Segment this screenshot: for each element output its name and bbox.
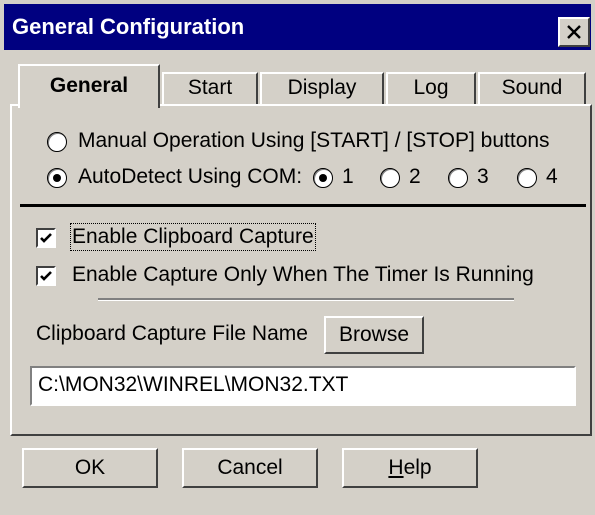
ok-button[interactable]: OK: [22, 448, 158, 488]
manual-operation-radio[interactable]: [47, 132, 67, 152]
tab-sound[interactable]: Sound: [478, 72, 586, 106]
manual-operation-label: Manual Operation Using [START] / [STOP] …: [78, 129, 550, 152]
com-1-radio[interactable]: [313, 168, 333, 188]
tab-general[interactable]: General: [18, 64, 160, 110]
help-button-mnemonic: H: [388, 456, 404, 479]
enable-timer-capture-label[interactable]: Enable Capture Only When The Timer Is Ru…: [72, 263, 534, 287]
tab-display-label: Display: [287, 76, 357, 99]
tab-sound-label: Sound: [501, 76, 563, 99]
title-bar[interactable]: General Configuration: [4, 4, 591, 50]
enable-timer-capture-checkbox[interactable]: [36, 266, 56, 286]
tab-display[interactable]: Display: [260, 72, 384, 106]
section-divider: [20, 204, 586, 207]
capture-divider: [98, 298, 514, 301]
help-button[interactable]: Help: [342, 448, 478, 488]
capture-file-path-input[interactable]: C:\MON32\WINREL\MON32.TXT: [30, 366, 576, 406]
cancel-button[interactable]: Cancel: [182, 448, 318, 488]
close-icon: [567, 25, 581, 39]
tab-start-label: Start: [187, 76, 233, 99]
com-4-radio[interactable]: [517, 168, 537, 188]
capture-file-name-label: Clipboard Capture File Name: [36, 322, 308, 345]
com-3-radio[interactable]: [448, 168, 468, 188]
window-title: General Configuration: [12, 14, 245, 39]
com-3-label: 3: [477, 165, 489, 188]
checkmark-icon: [40, 233, 52, 243]
general-configuration-dialog: General Configuration General Start Disp…: [0, 0, 595, 515]
tab-log[interactable]: Log: [386, 72, 476, 106]
autodetect-label: AutoDetect Using COM:: [78, 165, 303, 188]
tab-general-label: General: [49, 74, 129, 97]
checkmark-icon: [40, 271, 52, 281]
tab-log-label: Log: [413, 76, 449, 99]
cancel-button-label: Cancel: [217, 456, 283, 479]
com-1-label: 1: [342, 165, 354, 188]
browse-button[interactable]: Browse: [324, 316, 424, 354]
com-4-label: 4: [546, 165, 558, 188]
browse-button-label: Browse: [338, 323, 410, 346]
enable-clipboard-label[interactable]: Enable Clipboard Capture: [70, 223, 316, 251]
com-2-radio[interactable]: [380, 168, 400, 188]
help-button-label: elp: [403, 456, 432, 479]
enable-clipboard-checkbox[interactable]: [36, 228, 56, 248]
tab-start[interactable]: Start: [162, 72, 258, 106]
autodetect-radio[interactable]: [47, 168, 67, 188]
ok-button-label: OK: [74, 456, 106, 479]
close-button[interactable]: [558, 17, 590, 47]
com-2-label: 2: [409, 165, 421, 188]
